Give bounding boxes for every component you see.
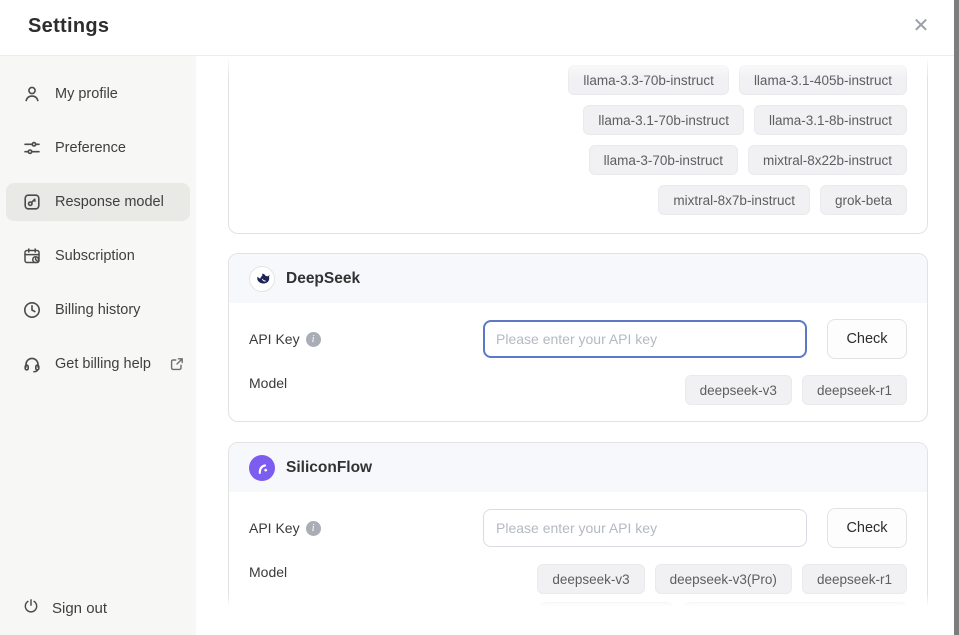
sidebar-item-label: Preference	[55, 140, 126, 156]
model-chip[interactable]: deepseek-v3(Pro)	[655, 564, 792, 594]
model-chip[interactable]: llama-3-70b-instruct	[589, 145, 738, 175]
provider-card-siliconflow: SiliconFlow API Key i Check	[228, 442, 928, 608]
model-chip[interactable]: mixtral-8x7b-instruct	[658, 185, 810, 215]
model-chip-clipped[interactable]	[539, 602, 673, 608]
siliconflow-logo-icon	[249, 455, 275, 481]
provider-header: DeepSeek	[229, 254, 927, 303]
provider-name: SiliconFlow	[286, 459, 372, 477]
model-chip[interactable]: llama-3.1-405b-instruct	[739, 65, 907, 95]
model-chip-clipped[interactable]	[683, 602, 907, 608]
sidebar-item-label: Billing history	[55, 302, 140, 318]
model-label: Model	[249, 564, 287, 580]
sidebar-item-get-billing-help[interactable]: Get billing help	[6, 345, 190, 383]
api-key-input[interactable]	[483, 509, 807, 547]
settings-scroll-area[interactable]: llama-3.3-70b-instruct llama-3.1-405b-in…	[228, 60, 928, 608]
check-button[interactable]: Check	[827, 319, 907, 359]
model-chip[interactable]: deepseek-r1	[802, 564, 907, 594]
page-scrollbar-thumb[interactable]	[954, 0, 959, 635]
model-chip[interactable]: llama-3.3-70b-instruct	[568, 65, 729, 95]
model-label: Model	[249, 375, 287, 391]
page-title: Settings	[28, 15, 109, 38]
check-button[interactable]: Check	[827, 508, 907, 548]
api-key-label: API Key	[249, 331, 300, 347]
model-chip[interactable]: deepseek-r1	[802, 375, 907, 405]
sign-out-label: Sign out	[52, 600, 107, 617]
external-link-icon	[170, 357, 184, 371]
settings-main: llama-3.3-70b-instruct llama-3.1-405b-in…	[196, 56, 959, 635]
power-icon	[22, 597, 40, 619]
key-square-icon	[22, 192, 42, 212]
settings-sidebar: My profile Preference	[0, 56, 196, 635]
sidebar-item-preference[interactable]: Preference	[6, 129, 190, 167]
headset-icon	[22, 354, 42, 374]
close-icon[interactable]: ✕	[909, 13, 933, 37]
calendar-clock-icon	[22, 246, 42, 266]
sidebar-item-label: My profile	[55, 86, 118, 102]
api-key-label: API Key	[249, 520, 300, 536]
model-chip[interactable]: grok-beta	[820, 185, 907, 215]
model-chip[interactable]: mixtral-8x22b-instruct	[748, 145, 907, 175]
api-key-input[interactable]	[483, 320, 807, 358]
sidebar-item-subscription[interactable]: Subscription	[6, 237, 190, 275]
user-icon	[22, 84, 42, 104]
info-icon[interactable]: i	[306, 521, 321, 536]
provider-card-partial: llama-3.3-70b-instruct llama-3.1-405b-in…	[228, 60, 928, 234]
sidebar-item-label: Response model	[55, 194, 164, 210]
provider-name: DeepSeek	[286, 270, 360, 288]
provider-card-deepseek: DeepSeek API Key i Check	[228, 253, 928, 422]
sign-out-button[interactable]: Sign out	[22, 597, 107, 619]
clock-icon	[22, 300, 42, 320]
sidebar-item-my-profile[interactable]: My profile	[6, 75, 190, 113]
model-chip[interactable]: llama-3.1-8b-instruct	[754, 105, 907, 135]
modal-header: Settings ✕	[0, 0, 959, 56]
sidebar-item-label: Get billing help	[55, 356, 151, 372]
model-chip[interactable]: llama-3.1-70b-instruct	[583, 105, 744, 135]
info-icon[interactable]: i	[306, 332, 321, 347]
provider-header: SiliconFlow	[229, 443, 927, 492]
model-chip[interactable]: deepseek-v3	[685, 375, 792, 405]
sidebar-item-billing-history[interactable]: Billing history	[6, 291, 190, 329]
settings-modal: Settings ✕ My profile Pref	[0, 0, 959, 635]
sidebar-item-response-model[interactable]: Response model	[6, 183, 190, 221]
sliders-icon	[22, 138, 42, 158]
deepseek-logo-icon	[249, 266, 275, 292]
sidebar-item-label: Subscription	[55, 248, 135, 264]
model-chip[interactable]: deepseek-v3	[537, 564, 644, 594]
